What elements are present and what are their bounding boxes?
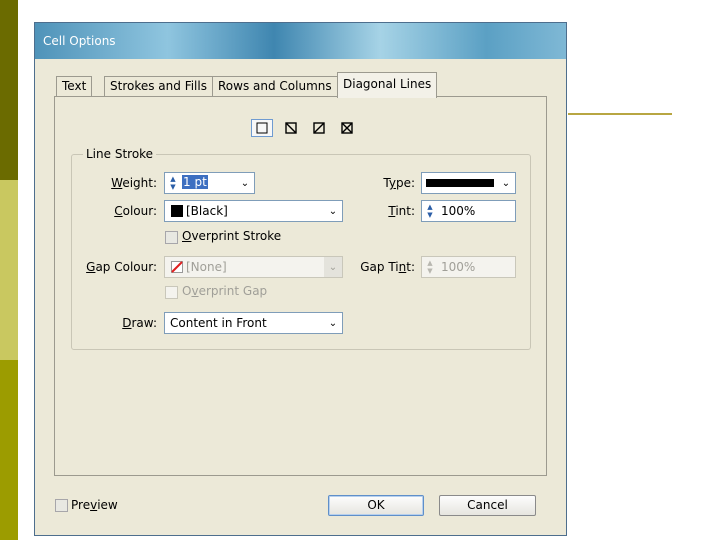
slide-accent-line (568, 113, 672, 115)
line-stroke-group-title: Line Stroke (83, 147, 157, 161)
diagonal-up-button[interactable] (308, 119, 330, 137)
type-dropdown-arrow[interactable]: ⌄ (497, 173, 515, 193)
tint-value[interactable]: 100% (441, 204, 475, 218)
gap-colour-dropdown[interactable]: [None] ⌄ (164, 256, 343, 278)
type-label: Type: (383, 176, 415, 190)
diagonal-down-icon (285, 122, 297, 134)
none-swatch-icon (171, 261, 183, 273)
spin-down-icon: ▼ (427, 211, 433, 219)
tint-label: Tint: (388, 204, 415, 218)
colour-label: Colour: (114, 204, 157, 218)
preview-checkbox[interactable] (55, 499, 68, 512)
colour-dropdown-arrow[interactable]: ⌄ (324, 201, 342, 221)
diagonal-down-button[interactable] (280, 119, 302, 137)
colour-dropdown[interactable]: [Black] ⌄ (164, 200, 343, 222)
chevron-down-icon: ⌄ (240, 177, 250, 189)
overprint-stroke-checkbox[interactable] (165, 231, 178, 244)
gap-tint-field[interactable]: ▲ ▼ 100% (421, 256, 516, 278)
tab-diagonal-lines[interactable]: Diagonal Lines (337, 72, 438, 98)
chevron-down-icon: ⌄ (328, 261, 338, 273)
ok-button[interactable]: OK (328, 495, 424, 516)
spin-up-icon: ▲ (427, 259, 433, 267)
solid-line-preview (426, 179, 494, 187)
spin-down-icon: ▼ (170, 183, 176, 191)
draw-dropdown-arrow[interactable]: ⌄ (324, 313, 342, 333)
no-diagonal-button[interactable] (251, 119, 273, 137)
overprint-gap-label: Overprint Gap (182, 284, 268, 298)
tab-text[interactable]: Text (56, 76, 93, 97)
diagonal-cross-button[interactable] (336, 119, 358, 137)
gap-colour-label: Gap Colour: (86, 260, 157, 274)
black-swatch-icon (171, 205, 183, 217)
diagonal-up-icon (313, 122, 325, 134)
slide-accent-bar-bottom (0, 360, 18, 540)
tab-rows-and-columns[interactable]: Rows and Columns (212, 76, 338, 97)
spin-down-icon: ▼ (427, 267, 433, 275)
chevron-down-icon: ⌄ (328, 205, 338, 217)
draw-value: Content in Front (170, 316, 267, 330)
window-title: Cell Options (43, 34, 116, 48)
type-dropdown[interactable]: ⌄ (421, 172, 516, 194)
chevron-down-icon: ⌄ (328, 317, 338, 329)
diagonal-cross-icon (341, 122, 353, 134)
gap-tint-label: Gap Tint: (360, 260, 415, 274)
no-diagonal-icon (256, 122, 268, 134)
colour-value: [Black] (186, 204, 228, 218)
gap-tint-spinner[interactable]: ▲ ▼ (423, 257, 437, 277)
spin-up-icon: ▲ (170, 175, 176, 183)
overprint-stroke-label: Overprint Stroke (182, 229, 282, 243)
title-bar[interactable]: Cell Options (35, 23, 566, 59)
gap-tint-value: 100% (441, 260, 476, 274)
tint-field[interactable]: ▲ ▼ 100% (421, 200, 516, 222)
draw-dropdown[interactable]: Content in Front ⌄ (164, 312, 343, 334)
gap-colour-value: [None] (186, 260, 227, 274)
slide-accent-bar-middle (0, 180, 18, 360)
weight-field[interactable]: ▲ ▼ 1 pt ⌄ (164, 172, 255, 194)
draw-label: Draw: (122, 316, 157, 330)
weight-label: Weight: (111, 176, 157, 190)
cell-options-dialog: Cell Options Text Strokes and Fills Rows… (34, 22, 567, 536)
weight-value[interactable]: 1 pt (182, 175, 208, 189)
tint-spinner[interactable]: ▲ ▼ (423, 201, 437, 221)
cancel-button[interactable]: Cancel (439, 495, 536, 516)
preview-label: Preview (71, 498, 118, 512)
tab-strokes-and-fills[interactable]: Strokes and Fills (104, 76, 213, 97)
slide-accent-bar-top (0, 0, 18, 180)
gap-colour-dropdown-arrow[interactable]: ⌄ (324, 257, 342, 277)
spin-up-icon: ▲ (427, 203, 433, 211)
weight-dropdown-arrow[interactable]: ⌄ (236, 173, 254, 193)
chevron-down-icon: ⌄ (501, 177, 511, 189)
weight-spinner[interactable]: ▲ ▼ (166, 173, 180, 193)
overprint-gap-checkbox[interactable] (165, 286, 178, 299)
